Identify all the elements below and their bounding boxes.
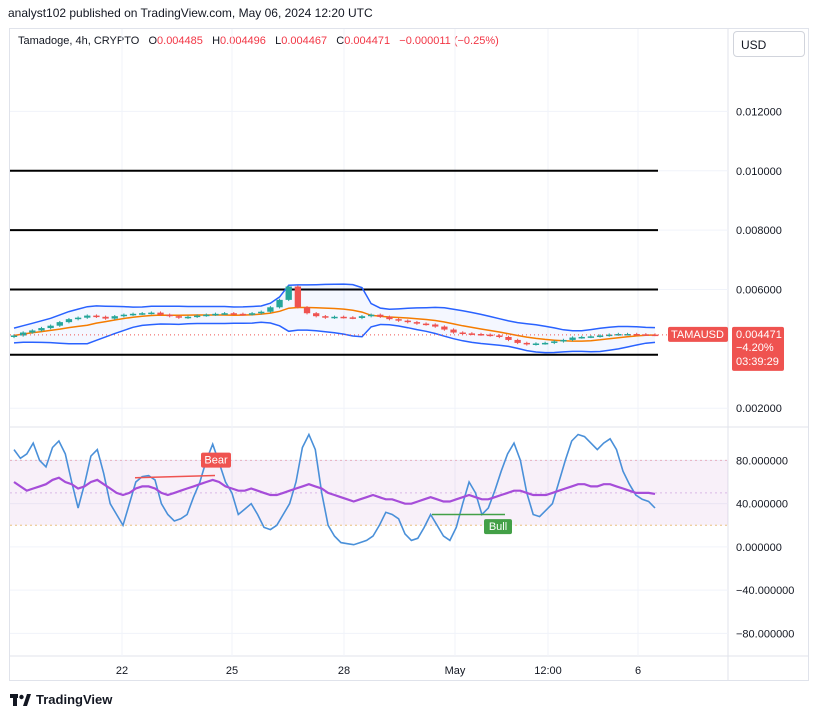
candle-body xyxy=(514,339,521,343)
price-tick-label: 0.008000 xyxy=(736,225,782,237)
candle-body xyxy=(404,320,411,323)
candle-body xyxy=(523,342,530,345)
candle-body xyxy=(74,317,82,320)
candle-body xyxy=(496,335,503,337)
candle-body xyxy=(184,316,192,319)
time-tick-label: 6 xyxy=(635,665,641,677)
candle-body xyxy=(230,313,237,315)
candle-body xyxy=(139,313,146,315)
price-label-change: −4.20% xyxy=(736,342,774,354)
price-label-value: 0.004471 xyxy=(736,329,782,341)
stoch-tick-label: 40.000000 xyxy=(736,499,788,511)
candle-body xyxy=(267,307,274,312)
candle-body xyxy=(340,316,347,319)
candle-body xyxy=(175,316,182,318)
candle-body xyxy=(203,314,210,317)
candle-body xyxy=(276,299,283,308)
symbol-price-tag-text: TAMAUSD xyxy=(671,329,724,341)
candle-body xyxy=(65,319,73,323)
candle-body xyxy=(606,334,613,337)
time-tick-label: 12:00 xyxy=(534,665,562,677)
candle-body xyxy=(642,334,650,336)
time-tick-label: 25 xyxy=(226,665,238,677)
candle-body xyxy=(47,325,54,329)
tradingview-logo-icon xyxy=(10,693,31,706)
bull-label-text: Bull xyxy=(489,521,507,533)
candle-body xyxy=(322,316,329,318)
candle-body xyxy=(56,322,63,326)
candle-body xyxy=(248,313,256,315)
time-tick-label: 28 xyxy=(338,665,350,677)
candle-body xyxy=(120,314,128,317)
stoch-tick-label: −40.000000 xyxy=(736,585,794,597)
candle-body xyxy=(166,314,173,317)
candle-body xyxy=(551,341,558,343)
candle-body xyxy=(285,286,292,300)
candle-body xyxy=(294,286,302,308)
candle-body xyxy=(93,315,100,318)
candle-body xyxy=(441,326,448,330)
candle-body xyxy=(148,312,155,315)
candle-body xyxy=(19,332,27,336)
candle-body xyxy=(102,316,109,319)
price-tick-label: 0.010000 xyxy=(736,166,782,178)
candle-body xyxy=(367,314,375,317)
candle-body xyxy=(450,329,457,333)
candle-body xyxy=(258,311,265,314)
candle-body xyxy=(377,314,384,317)
candle-body xyxy=(386,316,393,320)
candle-body xyxy=(541,342,549,345)
candle-body xyxy=(239,313,247,316)
candle-body xyxy=(313,313,320,317)
candle-body xyxy=(596,335,604,337)
candle-body xyxy=(578,336,585,339)
candle-body xyxy=(129,313,137,316)
candle-body xyxy=(29,330,36,333)
candle-body xyxy=(459,332,466,335)
candle-body xyxy=(413,322,421,324)
candle-body xyxy=(505,336,512,340)
chart-svg: 0.012000 0.010000 0.008000 0.006000 0.002000… xyxy=(10,29,809,681)
candle-body xyxy=(358,316,366,318)
candle-body xyxy=(331,316,338,319)
candle-body xyxy=(303,307,311,314)
stoch-tick-label: −80.000000 xyxy=(736,628,794,640)
candle-body xyxy=(422,323,430,326)
candle-body xyxy=(38,328,45,331)
price-label-countdown: 03:39:29 xyxy=(736,356,779,368)
candle-body xyxy=(624,334,631,336)
price-tick-label: 0.012000 xyxy=(736,106,782,118)
stoch-tick-label: 80.000000 xyxy=(736,455,788,467)
stoch-tick-label: 0.000000 xyxy=(736,542,782,554)
candle-body xyxy=(432,324,439,327)
candle-body xyxy=(532,343,540,345)
tradingview-footer: TradingView xyxy=(10,692,112,707)
candle-body xyxy=(10,335,18,337)
candle-body xyxy=(569,337,576,340)
candle-body xyxy=(193,315,201,318)
tradingview-brand: TradingView xyxy=(36,692,113,707)
candle-body xyxy=(349,317,356,319)
time-tick-label: 22 xyxy=(116,665,128,677)
candle-body xyxy=(560,339,567,342)
candle-body xyxy=(212,313,219,316)
candle-body xyxy=(587,336,595,338)
candle-body xyxy=(157,312,164,315)
price-tick-label: 0.006000 xyxy=(736,284,782,296)
bear-label-text: Bear xyxy=(204,455,228,467)
price-tick-label: 0.002000 xyxy=(736,403,782,415)
candle-body xyxy=(84,315,91,318)
time-tick-label: May xyxy=(445,665,466,677)
candle-body xyxy=(111,316,118,319)
candle-body xyxy=(395,319,402,321)
candle-body xyxy=(221,313,228,315)
